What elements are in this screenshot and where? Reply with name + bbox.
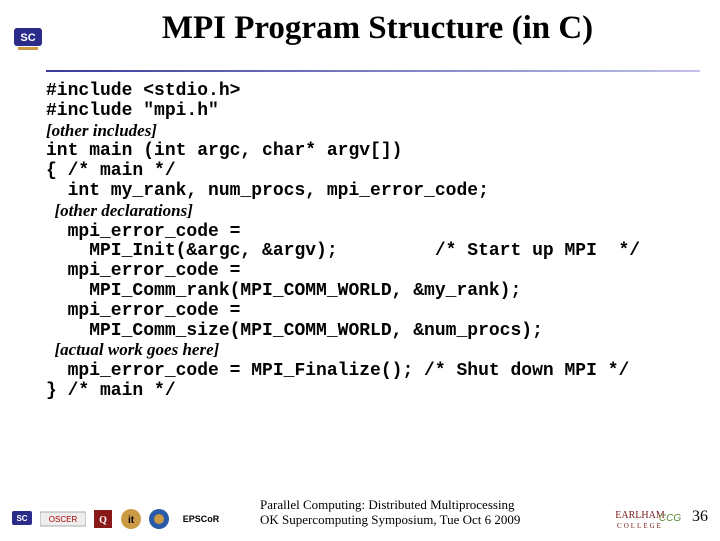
code-annotation: [other declarations] bbox=[46, 201, 193, 220]
footer-logos-right: EARLHAMCOLLEGE CCG bbox=[600, 506, 680, 528]
footer-line2: OK Supercomputing Symposium, Tue Oct 6 2… bbox=[260, 513, 520, 528]
code-line: int main (int argc, char* argv[]) bbox=[46, 141, 402, 161]
footer: SC OSCER Q it EPSCoR Parallel Computing:… bbox=[0, 481, 720, 536]
sc-logo-icon: SC bbox=[12, 22, 44, 54]
ccg-logo-icon: CCG bbox=[656, 510, 684, 532]
code-block: #include <stdio.h> #include "mpi.h" [oth… bbox=[46, 82, 700, 402]
svg-text:OSCER: OSCER bbox=[49, 515, 78, 524]
oscer-logo-icon: OSCER bbox=[40, 508, 86, 530]
footer-line1: Parallel Computing: Distributed Multipro… bbox=[260, 498, 520, 513]
it-logo-icon: it bbox=[120, 508, 142, 530]
code-line: MPI_Comm_rank(MPI_COMM_WORLD, &my_rank); bbox=[46, 281, 521, 301]
code-line: mpi_error_code = bbox=[46, 301, 240, 321]
footer-text: Parallel Computing: Distributed Multipro… bbox=[260, 498, 520, 528]
code-line: } /* main */ bbox=[46, 381, 176, 401]
code-line: int my_rank, num_procs, mpi_error_code; bbox=[46, 181, 489, 201]
code-annotation: [other includes] bbox=[46, 121, 157, 140]
svg-text:EPSCoR: EPSCoR bbox=[183, 514, 220, 524]
sc-small-icon: SC bbox=[10, 508, 34, 530]
nsf-logo-icon bbox=[148, 508, 170, 530]
svg-text:CCG: CCG bbox=[659, 513, 681, 524]
svg-text:SC: SC bbox=[20, 32, 35, 44]
slide-title: MPI Program Structure (in C) bbox=[55, 10, 700, 47]
ou-logo-icon: Q bbox=[92, 508, 114, 530]
svg-text:it: it bbox=[128, 515, 135, 526]
svg-text:SC: SC bbox=[16, 514, 27, 523]
title-underline bbox=[46, 70, 700, 72]
code-line: MPI_Comm_size(MPI_COMM_WORLD, &num_procs… bbox=[46, 321, 543, 341]
code-line: mpi_error_code = MPI_Finalize(); /* Shut… bbox=[46, 361, 629, 381]
code-annotation: [actual work goes here] bbox=[46, 340, 219, 359]
code-line: { /* main */ bbox=[46, 161, 176, 181]
code-line: #include "mpi.h" bbox=[46, 101, 219, 121]
code-line: mpi_error_code = bbox=[46, 261, 240, 281]
code-line: mpi_error_code = bbox=[46, 222, 240, 242]
footer-logos-left: SC OSCER Q it EPSCoR bbox=[10, 508, 226, 530]
epscor-logo-icon: EPSCoR bbox=[176, 508, 226, 530]
code-line: MPI_Init(&argc, &argv); /* Start up MPI … bbox=[46, 241, 640, 261]
svg-text:Q: Q bbox=[99, 515, 107, 526]
code-line: #include <stdio.h> bbox=[46, 81, 240, 101]
slide: SC MPI Program Structure (in C) #include… bbox=[0, 0, 720, 540]
page-number: 36 bbox=[692, 508, 708, 526]
